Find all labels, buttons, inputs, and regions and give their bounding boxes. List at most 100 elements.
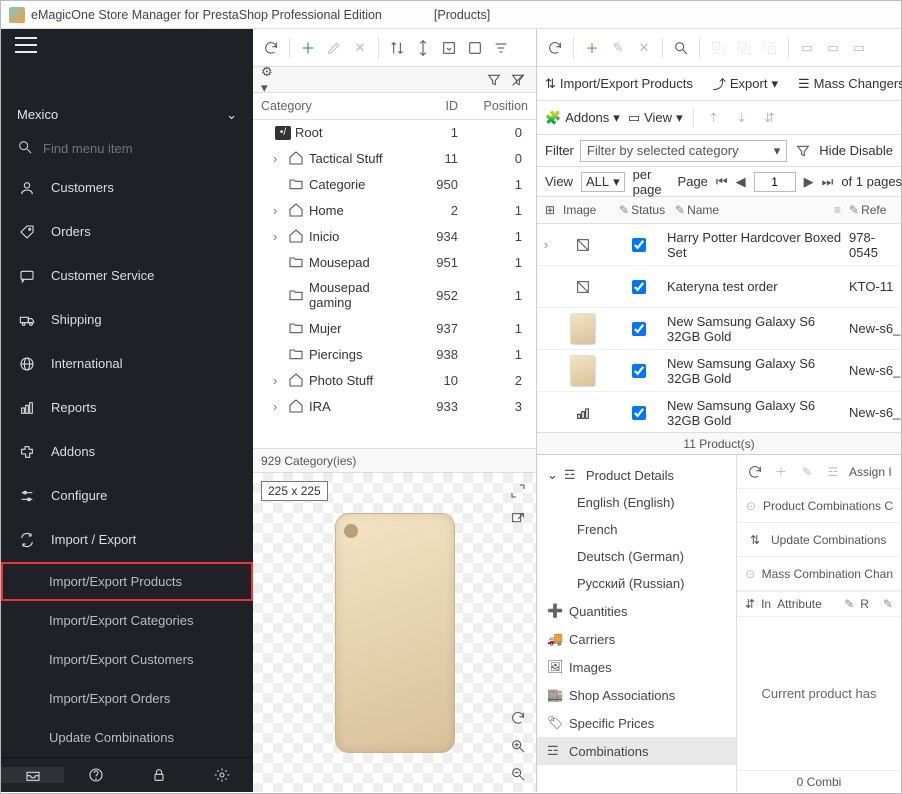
- delete-icon[interactable]: ✕: [350, 38, 370, 58]
- region-selector[interactable]: Mexico ⌄: [1, 99, 253, 131]
- next-page-icon[interactable]: ▶: [804, 172, 814, 192]
- col-ref[interactable]: ✎Refe: [845, 201, 897, 219]
- refresh-icon[interactable]: [745, 462, 765, 482]
- lang-item[interactable]: Русский (Russian): [537, 570, 736, 597]
- category-row[interactable]: › IRA9333: [253, 393, 536, 419]
- sidebar-sub-import-export-categories[interactable]: Import/Export Categories: [1, 601, 253, 640]
- sidebar-item-reports[interactable]: Reports: [1, 386, 253, 430]
- zoom-in-icon[interactable]: [508, 736, 528, 756]
- zoom-out-icon[interactable]: [508, 764, 528, 784]
- detail-section[interactable]: 🚚Carriers: [537, 625, 736, 653]
- product-row[interactable]: New Samsung Galaxy S6 32GB GoldNew-s6_: [537, 308, 901, 350]
- col-name[interactable]: ✎Name≡: [671, 201, 845, 219]
- clip2-icon[interactable]: ▭: [823, 38, 843, 58]
- view-all-select[interactable]: ALL ▾: [581, 172, 625, 192]
- funnel-clear-icon[interactable]: [508, 70, 528, 90]
- category-row[interactable]: Mousepad9511: [253, 249, 536, 275]
- col-status[interactable]: ✎Status: [615, 201, 671, 219]
- swap-icon[interactable]: [387, 38, 407, 58]
- hide-disable[interactable]: Hide Disable: [819, 143, 893, 158]
- edit-icon[interactable]: ✎: [608, 38, 628, 58]
- sidebar-item-configure[interactable]: Configure: [1, 474, 253, 518]
- page-input[interactable]: [754, 172, 796, 192]
- import-icon[interactable]: [439, 38, 459, 58]
- lang-item[interactable]: English (English): [537, 489, 736, 516]
- category-row[interactable]: •/ Root10: [253, 120, 536, 145]
- assign-link[interactable]: Assign I: [849, 465, 892, 479]
- col-image[interactable]: Image: [559, 201, 615, 219]
- refresh-icon[interactable]: [545, 38, 565, 58]
- col-id[interactable]: ID: [408, 99, 458, 113]
- detail-section[interactable]: ➕Quantities: [537, 597, 736, 625]
- sidebar-item-addons[interactable]: Addons: [1, 430, 253, 474]
- reload-icon[interactable]: [508, 708, 528, 728]
- copy3-icon[interactable]: ⿻: [760, 38, 780, 58]
- sidebar-item-customers[interactable]: Customers: [1, 166, 253, 210]
- category-row[interactable]: Categorie9501: [253, 171, 536, 197]
- clip1-icon[interactable]: ▭: [797, 38, 817, 58]
- edit-icon[interactable]: [324, 38, 344, 58]
- mass-combination-link[interactable]: Mass Combination Chan: [762, 567, 893, 581]
- menu-icon[interactable]: [15, 37, 37, 53]
- product-row[interactable]: New Samsung Galaxy S6 32GB GoldNew-s6_: [537, 350, 901, 392]
- import-export-link[interactable]: ⇅Import/Export Products: [545, 76, 693, 92]
- filter-list-icon[interactable]: [491, 38, 511, 58]
- popout-icon[interactable]: [508, 509, 528, 529]
- update-combinations-link[interactable]: Update Combinations: [771, 533, 886, 547]
- view-dropdown[interactable]: ▭ View ▾: [628, 110, 683, 126]
- detail-section[interactable]: 🏬Shop Associations: [537, 681, 736, 709]
- filter-select[interactable]: Filter by selected category▾: [580, 140, 787, 162]
- status-checkbox[interactable]: [632, 322, 646, 336]
- category-row[interactable]: › Tactical Stuff110: [253, 145, 536, 171]
- add-icon[interactable]: [298, 38, 318, 58]
- sidebar-item-import-export[interactable]: Import / Export: [1, 518, 253, 562]
- copy-icon[interactable]: ⿻: [708, 38, 728, 58]
- sidebar-item-international[interactable]: International: [1, 342, 253, 386]
- sort-swap-icon[interactable]: ⇵: [760, 108, 780, 128]
- lang-item[interactable]: Deutsch (German): [537, 543, 736, 570]
- funnel-icon[interactable]: [484, 70, 504, 90]
- status-checkbox[interactable]: [632, 280, 646, 294]
- category-row[interactable]: Mousepad gaming9521: [253, 275, 536, 315]
- product-row[interactable]: Kateryna test orderKTO-11: [537, 266, 901, 308]
- expand-col[interactable]: ⊞: [541, 201, 559, 219]
- category-row[interactable]: Piercings9381: [253, 341, 536, 367]
- move-icon[interactable]: [413, 38, 433, 58]
- add-icon[interactable]: ＋: [582, 38, 602, 58]
- sidebar-item-customer-service[interactable]: Customer Service: [1, 254, 253, 298]
- sidebar-item-shipping[interactable]: Shipping: [1, 298, 253, 342]
- sidebar-sub-import-export-customers[interactable]: Import/Export Customers: [1, 640, 253, 679]
- lock-icon[interactable]: [127, 767, 190, 783]
- category-row[interactable]: › Photo Stuff102: [253, 367, 536, 393]
- sidebar-sub-update-combinations[interactable]: Update Combinations: [1, 718, 253, 757]
- category-row[interactable]: › Inicio9341: [253, 223, 536, 249]
- status-checkbox[interactable]: [632, 406, 646, 420]
- mass-changers-link[interactable]: ☰Mass Changers ▾: [798, 76, 902, 92]
- detail-section[interactable]: 🏷Specific Prices: [537, 709, 736, 737]
- category-row[interactable]: Mujer9371: [253, 315, 536, 341]
- sort-down-icon[interactable]: ⇣: [732, 108, 752, 128]
- lang-item[interactable]: French: [537, 516, 736, 543]
- col-position[interactable]: Position: [458, 99, 528, 113]
- menu-search-input[interactable]: [43, 141, 237, 156]
- status-checkbox[interactable]: [632, 238, 646, 252]
- sidebar-item-orders[interactable]: Orders: [1, 210, 253, 254]
- delete-icon[interactable]: ✕: [634, 38, 654, 58]
- clip3-icon[interactable]: ▭: [849, 38, 869, 58]
- product-details-header[interactable]: ⌄☲Product Details: [537, 461, 736, 489]
- funnel-icon[interactable]: [793, 141, 813, 161]
- last-page-icon[interactable]: ⏭: [822, 172, 834, 192]
- sidebar-sub-import-export-products[interactable]: Import/Export Products: [1, 562, 253, 601]
- prev-page-icon[interactable]: ◀: [736, 172, 746, 192]
- detail-section[interactable]: ☲Combinations: [537, 737, 736, 765]
- refresh-icon[interactable]: [261, 38, 281, 58]
- product-row[interactable]: › Harry Potter Hardcover Boxed Set978-05…: [537, 224, 901, 266]
- copy2-icon[interactable]: ⿻: [734, 38, 754, 58]
- toggle-icon[interactable]: [465, 38, 485, 58]
- col-category[interactable]: Category: [261, 99, 408, 113]
- settings-icon[interactable]: ⚙ ▾: [261, 70, 281, 90]
- menu-search[interactable]: [1, 131, 253, 166]
- search-icon[interactable]: [671, 38, 691, 58]
- product-combinations-link[interactable]: Product Combinations C: [763, 499, 893, 513]
- product-row[interactable]: New Samsung Galaxy S6 32GB GoldNew-s6_: [537, 392, 901, 432]
